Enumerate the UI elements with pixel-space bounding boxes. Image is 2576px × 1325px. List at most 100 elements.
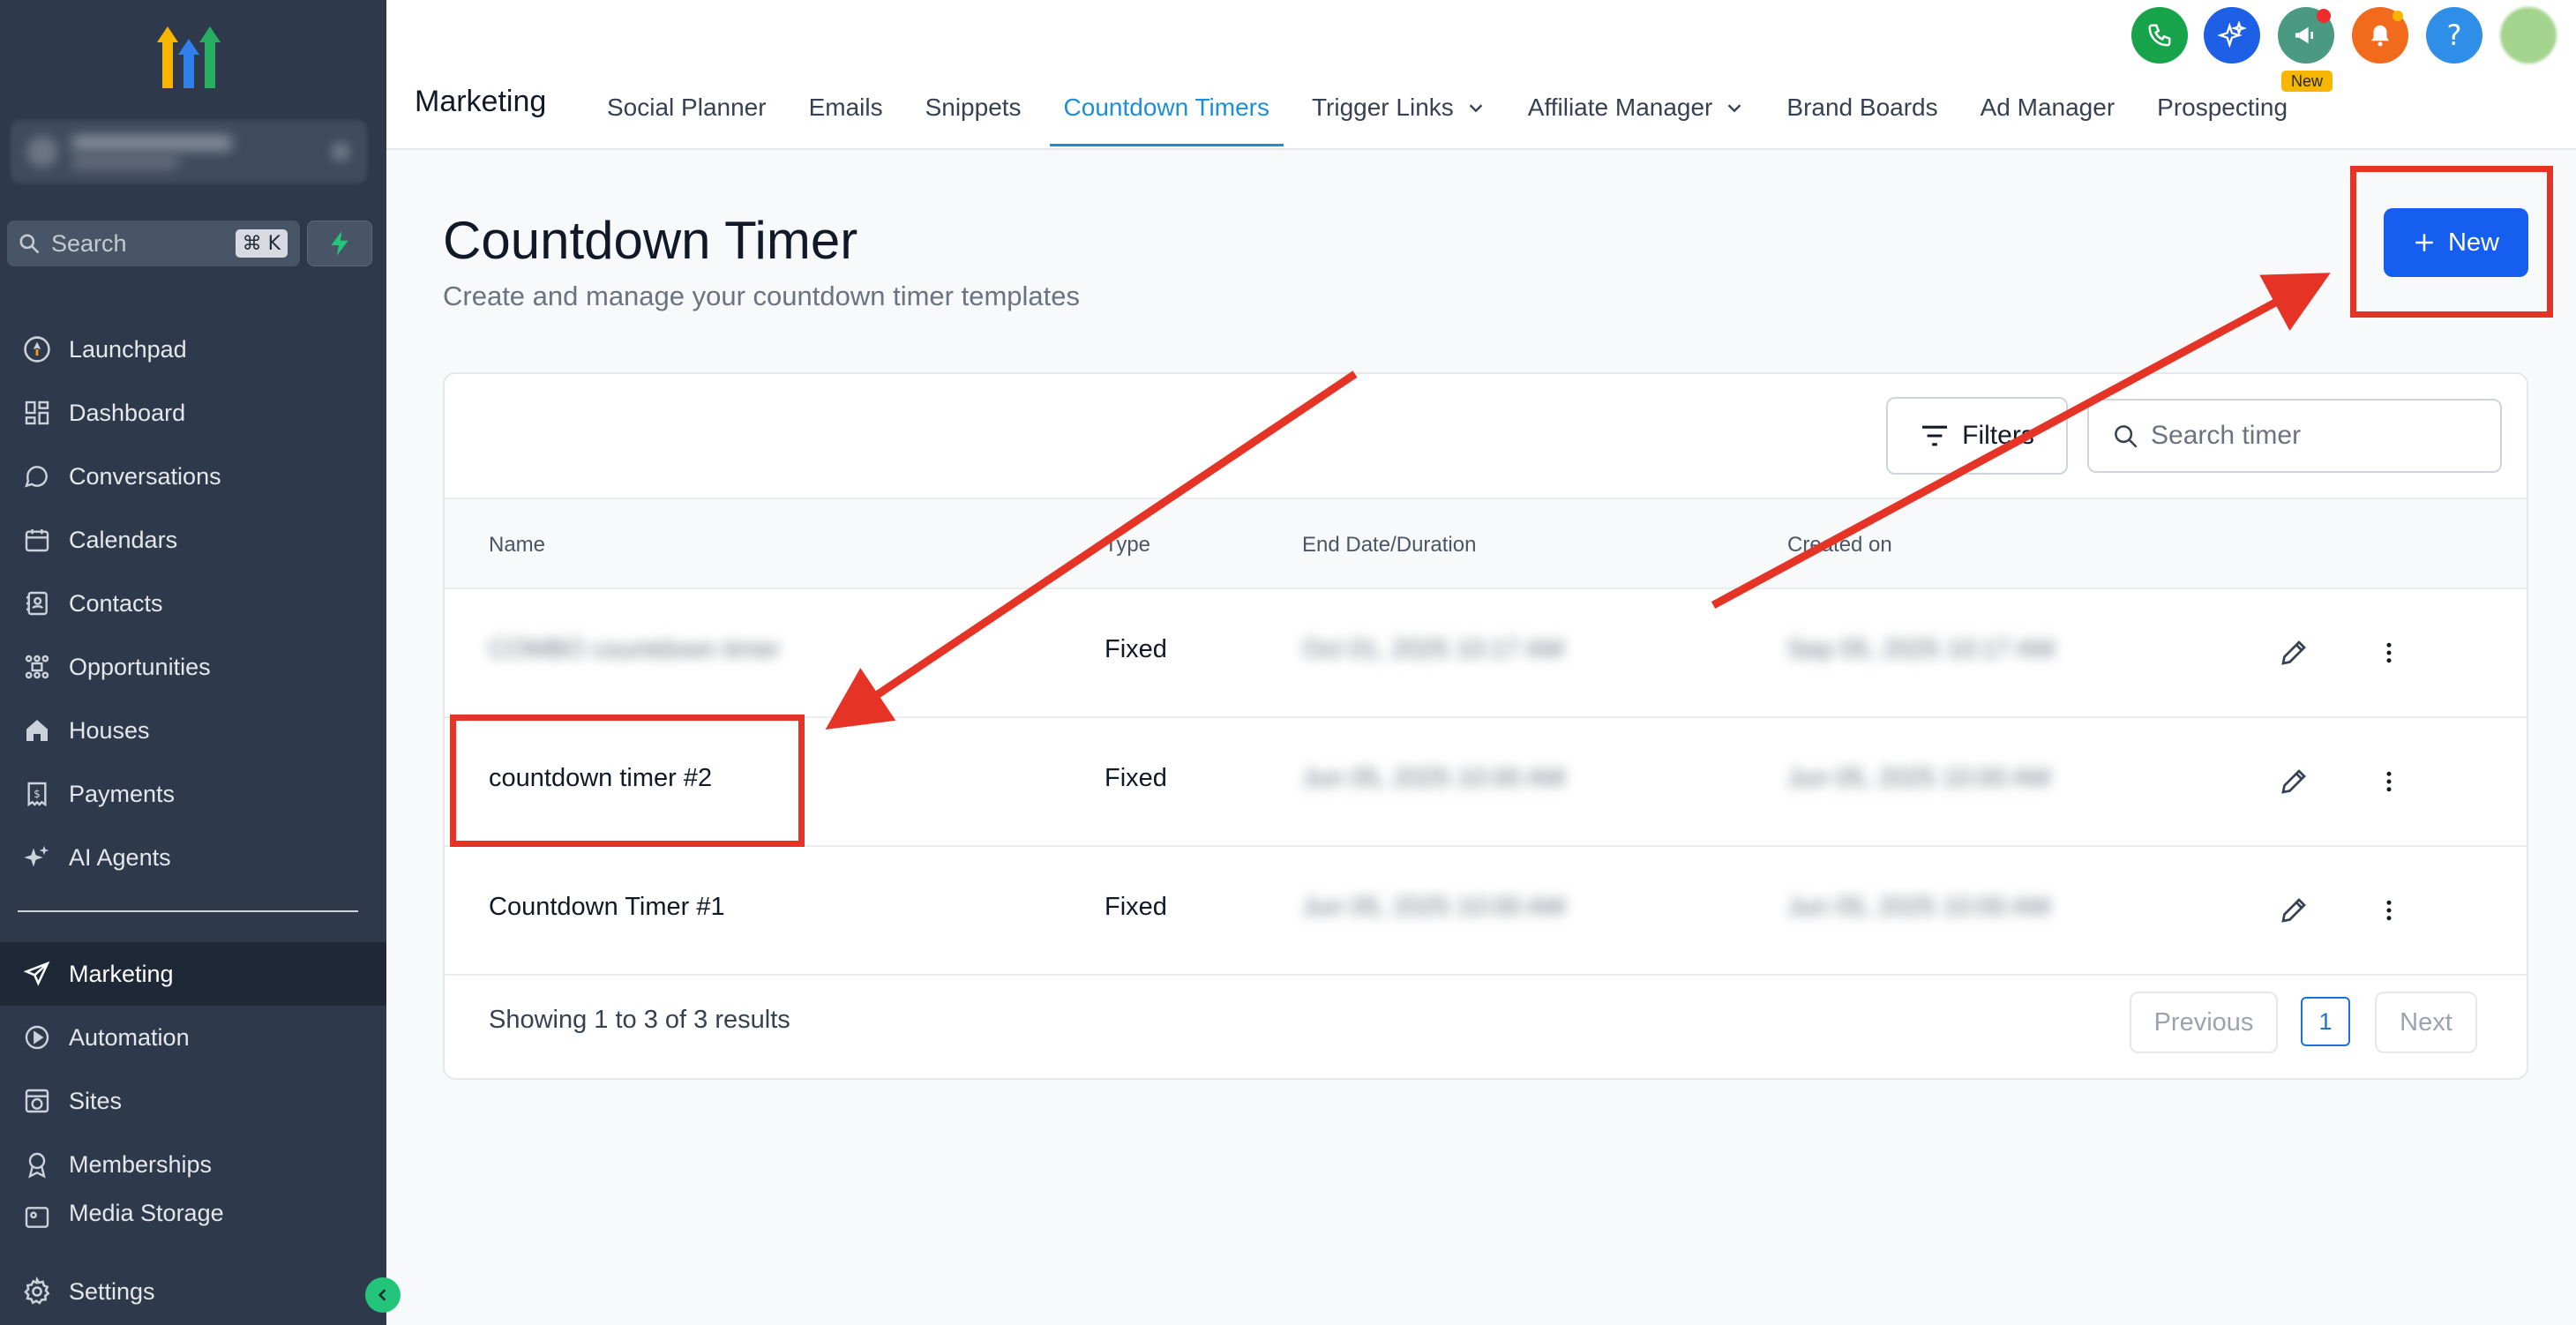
sidebar-divider <box>18 910 358 912</box>
column-header-type[interactable]: Type <box>1105 533 1150 558</box>
tab-label: Snippets <box>925 94 1022 121</box>
sidebar-item-calendars[interactable]: Calendars <box>0 508 386 572</box>
quick-actions-button[interactable] <box>307 221 372 266</box>
sidebar-item-label: Opportunities <box>69 653 211 680</box>
tab-label: Trigger Links <box>1311 94 1454 121</box>
announcements-button[interactable] <box>2278 7 2334 64</box>
tab-label: Ad Manager <box>1980 94 2115 121</box>
sidebar-item-automation[interactable]: Automation <box>0 1006 386 1069</box>
tab-affiliate-manager[interactable]: Affiliate Manager <box>1528 88 1745 127</box>
sidebar-item-sites[interactable]: Sites <box>0 1069 386 1133</box>
megaphone-icon <box>2295 26 2313 44</box>
more-options-button[interactable] <box>2368 760 2410 803</box>
tab-label: Social Planner <box>607 94 767 121</box>
timer-created-on: Jun 05, 2025 10:00 AM <box>1787 764 2051 792</box>
results-summary: Showing 1 to 3 of 3 results <box>489 1006 790 1034</box>
sidebar-search[interactable]: Search ⌘ K <box>7 221 300 266</box>
edit-button[interactable] <box>2273 889 2315 932</box>
sidebar-item-marketing[interactable]: Marketing <box>0 942 386 1006</box>
filters-button[interactable]: Filters <box>1886 397 2068 475</box>
edit-button[interactable] <box>2273 760 2315 803</box>
sidebar-item-conversations[interactable]: Conversations <box>0 445 386 508</box>
timer-type: Fixed <box>1105 893 1167 921</box>
kebab-icon <box>2386 771 2392 792</box>
timer-type: Fixed <box>1105 764 1167 792</box>
tab-social-planner[interactable]: Social Planner <box>607 88 767 127</box>
sidebar-search-label: Search <box>51 229 127 257</box>
sidebar-item-label: Media Storage <box>69 1200 224 1226</box>
automation-icon <box>19 1020 55 1055</box>
account-switcher[interactable] <box>11 120 367 183</box>
ai-assistant-button[interactable] <box>2204 7 2260 64</box>
calendar-icon <box>19 522 55 558</box>
edit-button[interactable] <box>2273 632 2315 674</box>
column-header-created-on[interactable]: Created on <box>1787 533 1892 558</box>
table-row[interactable]: Countdown Timer #1 Fixed Jun 05, 2025 10… <box>445 847 2527 976</box>
sidebar-item-label: Launchpad <box>69 335 187 363</box>
chevron-down-icon <box>1469 104 1483 113</box>
question-icon: ? <box>2446 19 2462 52</box>
paper-plane-icon <box>19 956 55 992</box>
sidebar-item-payments[interactable]: $ Payments <box>0 762 386 826</box>
dashboard-icon <box>19 395 55 430</box>
contacts-book-icon <box>19 586 55 621</box>
sidebar-item-contacts[interactable]: Contacts <box>0 572 386 635</box>
sidebar-item-media-storage[interactable]: Media Storage <box>0 1196 386 1231</box>
sidebar-item-ai-agents[interactable]: AI Agents <box>0 826 386 889</box>
sidebar-item-launchpad[interactable]: Launchpad <box>0 318 386 381</box>
kebab-icon <box>2386 642 2392 663</box>
annotation-highlight-timer-row <box>450 715 805 847</box>
sidebar-item-opportunities[interactable]: Opportunities <box>0 635 386 699</box>
chevron-down-icon <box>1728 104 1741 113</box>
tab-label: Countdown Timers <box>1063 94 1269 121</box>
search-shortcut: ⌘ K <box>235 229 288 258</box>
search-icon <box>2115 425 2138 448</box>
next-page-button[interactable]: Next <box>2375 992 2477 1053</box>
user-avatar[interactable] <box>2500 7 2557 64</box>
sidebar-item-settings[interactable]: Settings <box>0 1260 386 1323</box>
tab-brand-boards[interactable]: Brand Boards <box>1786 88 1937 127</box>
annotation-highlight-new-button <box>2350 166 2553 318</box>
column-header-name[interactable]: Name <box>489 533 545 558</box>
svg-text:$: $ <box>34 788 41 800</box>
table-row[interactable]: COMBO countdown timer Fixed Oct 01, 2025… <box>445 589 2527 718</box>
chevron-left-icon <box>378 1289 386 1301</box>
tab-emails[interactable]: Emails <box>809 88 883 127</box>
sidebar-collapse-button[interactable] <box>365 1277 401 1313</box>
tab-prospecting[interactable]: Prospecting <box>2157 88 2288 127</box>
timer-name[interactable]: Countdown Timer #1 <box>489 893 725 922</box>
timer-type: Fixed <box>1105 635 1167 663</box>
more-options-button[interactable] <box>2368 632 2410 674</box>
filter-icon <box>1922 425 1948 446</box>
tab-trigger-links[interactable]: Trigger Links <box>1312 88 1486 127</box>
sparkle-icon <box>19 840 55 875</box>
tab-snippets[interactable]: Snippets <box>925 88 1022 127</box>
search-timer-input[interactable] <box>2151 421 2486 451</box>
pencil-icon <box>2281 898 2306 923</box>
column-header-end-date[interactable]: End Date/Duration <box>1302 533 1476 558</box>
timer-name[interactable]: COMBO countdown timer <box>489 635 780 664</box>
previous-page-button[interactable]: Previous <box>2130 992 2278 1053</box>
sidebar-item-label: Dashboard <box>69 399 186 426</box>
sidebar-item-dashboard[interactable]: Dashboard <box>0 381 386 445</box>
notifications-button[interactable] <box>2352 7 2408 64</box>
sidebar-item-label: Memberships <box>69 1150 213 1178</box>
gear-icon <box>19 1274 55 1309</box>
help-button[interactable]: ? <box>2426 7 2482 64</box>
marketing-tabs: Social Planner Emails Snippets Countdown… <box>607 88 2330 146</box>
sidebar-item-memberships[interactable]: Memberships <box>0 1133 386 1196</box>
tab-ad-manager[interactable]: Ad Manager <box>1981 88 2115 127</box>
tab-countdown-timers[interactable]: Countdown Timers <box>1049 88 1284 146</box>
timer-end-date: Jun 05, 2025 10:00 AM <box>1302 764 1566 792</box>
sidebar-item-label: Houses <box>69 716 150 744</box>
search-timer-field[interactable] <box>2087 399 2502 473</box>
sidebar-item-houses[interactable]: Houses <box>0 699 386 762</box>
more-options-button[interactable] <box>2368 889 2410 932</box>
sidebar-item-label: Contacts <box>69 589 163 617</box>
page-number-button[interactable]: 1 <box>2301 997 2350 1046</box>
timer-end-date: Jun 05, 2025 10:00 AM <box>1302 893 1566 921</box>
sidebar-item-label: Sites <box>69 1087 123 1114</box>
phone-button[interactable] <box>2131 7 2188 64</box>
page-title: Countdown Timer <box>443 211 858 270</box>
award-icon <box>19 1147 55 1182</box>
